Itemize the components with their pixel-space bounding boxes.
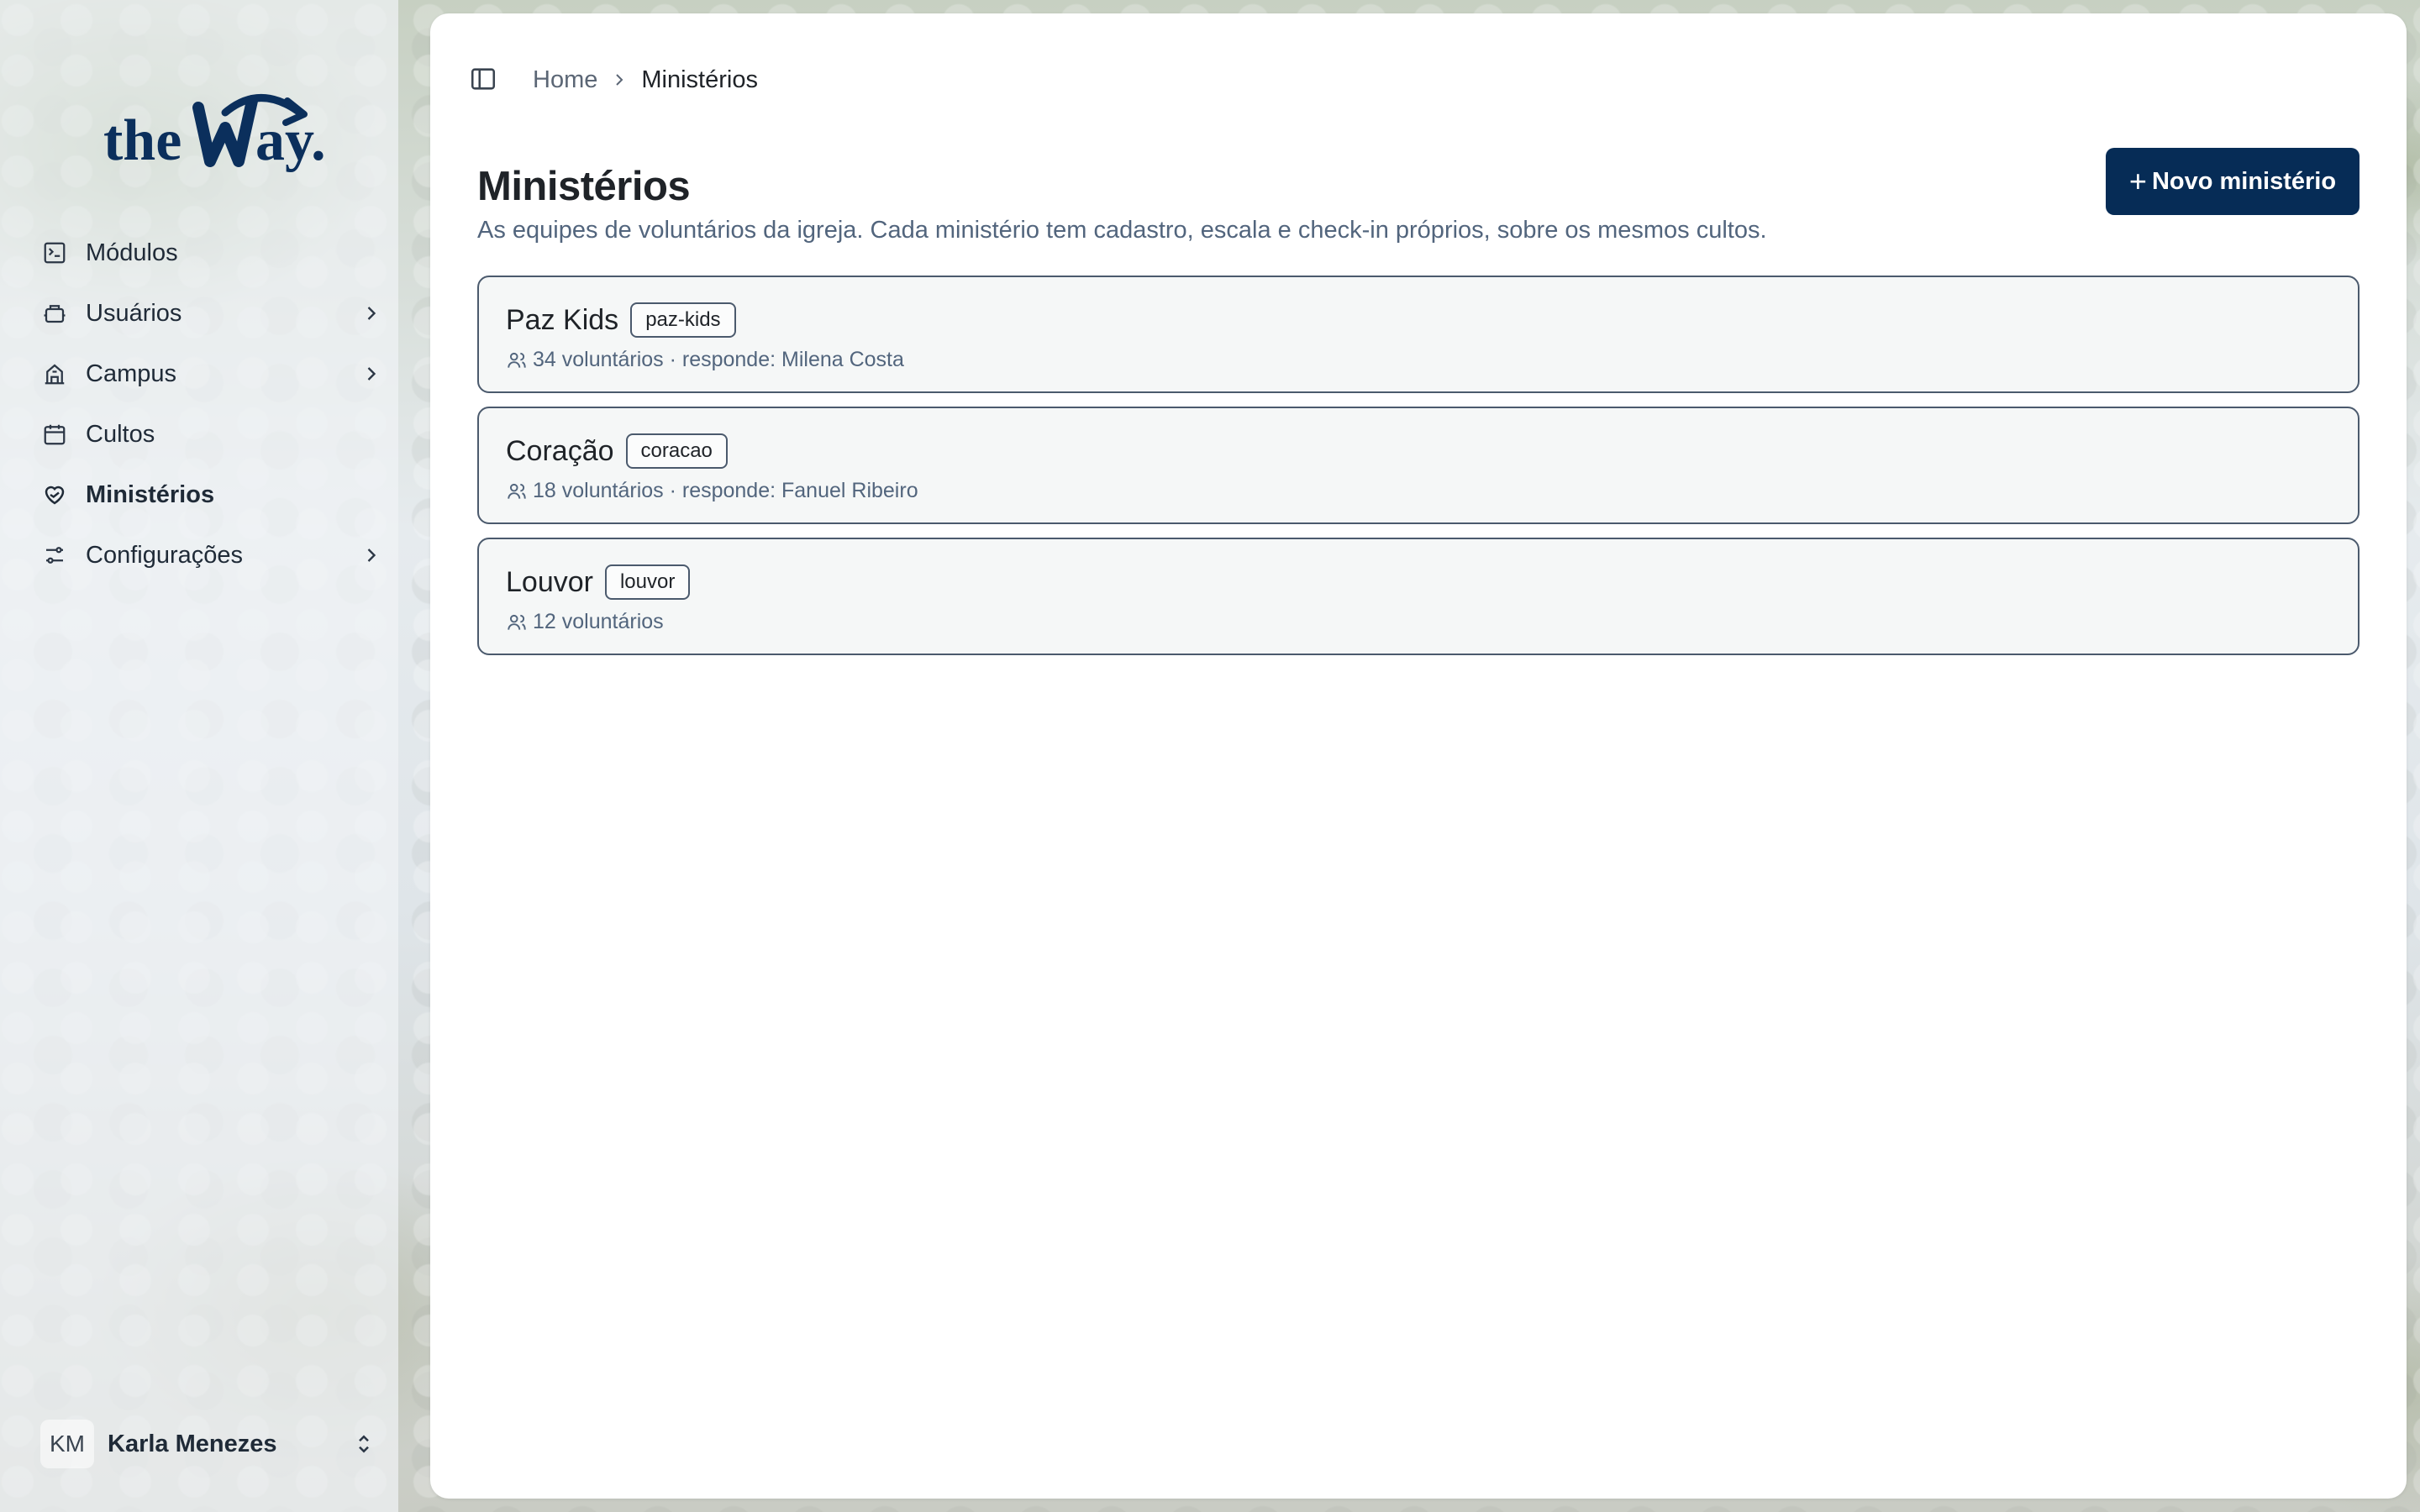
ministry-card[interactable]: Paz Kids paz-kids 34 voluntários · respo…: [477, 276, 2360, 393]
ministry-card[interactable]: Coração coracao 18 voluntários · respond…: [477, 407, 2360, 524]
new-ministry-button-label: Novo ministério: [2151, 167, 2337, 195]
sidebar-item-configuracoes[interactable]: Configurações: [34, 525, 395, 585]
campus-icon: [40, 360, 69, 388]
sidebar: the ay. Módulos Usuários Campus Cultos M…: [0, 0, 398, 1512]
ministry-name: Coração: [506, 434, 614, 467]
plus-icon: +: [2128, 164, 2147, 198]
main-content: Home Ministérios Ministérios As equipes …: [430, 13, 2407, 1499]
calendar-icon: [40, 420, 69, 449]
ministry-slug-badge: louvor: [604, 564, 691, 600]
users-group-icon: [506, 612, 528, 633]
users-group-icon: [506, 349, 528, 371]
breadcrumb-home[interactable]: Home: [533, 66, 597, 94]
sidebar-item-label: Módulos: [86, 239, 178, 266]
svg-text:the: the: [103, 108, 182, 173]
sidebar-item-usuarios[interactable]: Usuários: [34, 283, 395, 344]
sidebar-item-label: Configurações: [86, 541, 243, 569]
ministry-slug-badge: coracao: [625, 433, 728, 469]
users-icon: [40, 299, 69, 328]
chevron-right-icon: [360, 362, 383, 386]
ministry-meta: 34 voluntários · responde: Milena Costa: [533, 348, 904, 371]
sidebar-item-cultos[interactable]: Cultos: [34, 404, 395, 465]
page-subtitle: As equipes de voluntários da igreja. Cad…: [477, 217, 1767, 244]
breadcrumb-current: Ministérios: [641, 66, 758, 93]
new-ministry-button[interactable]: + Novo ministério: [2106, 148, 2360, 215]
ministry-name: Louvor: [506, 565, 593, 598]
user-name: Karla Menezes: [108, 1430, 277, 1457]
svg-text:ay.: ay.: [255, 108, 326, 173]
sidebar-nav: Módulos Usuários Campus Cultos Ministéri…: [34, 223, 395, 585]
chevron-right-icon: [360, 543, 383, 567]
ministry-meta: 12 voluntários: [533, 610, 664, 633]
ministry-slug-badge: paz-kids: [630, 302, 736, 338]
breadcrumb: Home Ministérios: [533, 66, 758, 94]
users-group-icon: [506, 480, 528, 502]
sidebar-item-ministerios[interactable]: Ministérios: [34, 465, 395, 525]
sidebar-item-label: Campus: [86, 360, 176, 387]
chevron-right-icon: [360, 302, 383, 325]
app-logo[interactable]: the ay.: [99, 76, 334, 176]
ministry-meta: 18 voluntários · responde: Fanuel Ribeir…: [533, 479, 918, 502]
ministry-card[interactable]: Louvor louvor 12 voluntários: [477, 538, 2360, 655]
page-title: Ministérios: [477, 164, 691, 209]
avatar: KM: [40, 1420, 94, 1468]
sidebar-item-modulos[interactable]: Módulos: [34, 223, 395, 283]
ministry-heart-icon: [40, 480, 69, 509]
sidebar-item-label: Ministérios: [86, 480, 215, 508]
sidebar-item-campus[interactable]: Campus: [34, 344, 395, 404]
chevrons-up-down-icon[interactable]: [351, 1431, 376, 1457]
chevron-right-icon: [609, 70, 629, 90]
ministry-list: Paz Kids paz-kids 34 voluntários · respo…: [477, 276, 2360, 669]
user-menu[interactable]: KM Karla Menezes: [40, 1420, 393, 1468]
sidebar-item-label: Cultos: [86, 420, 155, 448]
sidebar-toggle-icon[interactable]: [469, 65, 499, 95]
modules-icon: [40, 239, 69, 267]
topbar: Home Ministérios: [469, 50, 758, 109]
settings-sliders-icon: [40, 541, 69, 570]
ministry-name: Paz Kids: [506, 303, 619, 336]
sidebar-item-label: Usuários: [86, 299, 182, 327]
